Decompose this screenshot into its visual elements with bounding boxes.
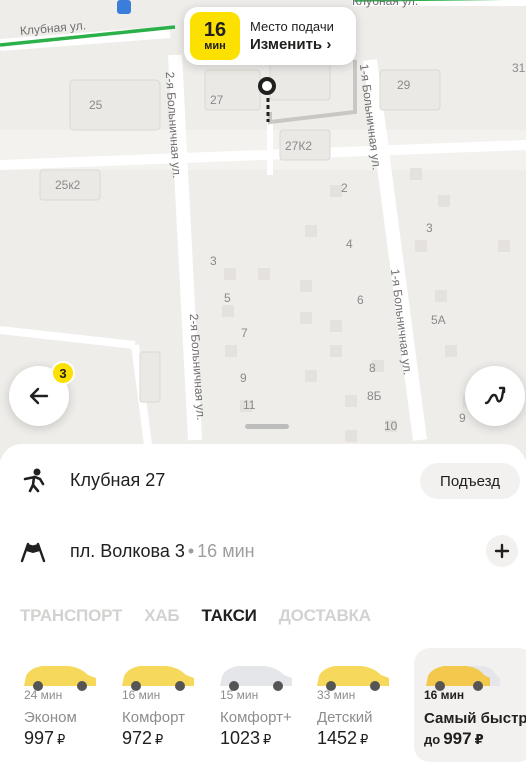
building-number: 31 [512,61,526,75]
building-number: 9 [459,411,466,425]
currency: ₽ [57,732,66,747]
tariff-name: Эконом [24,709,77,726]
building-number: 8Б [367,389,382,403]
person-icon [23,468,45,493]
route-to-eta: 16 мин [197,540,255,561]
route-button[interactable] [465,366,525,426]
tariff-name: Комфорт+ [220,709,292,726]
currency: ₽ [155,732,164,747]
tariff-eta: 24 мин [24,688,63,702]
building-number: 3 [426,221,433,235]
tariff-fastest[interactable]: 16 мин Самый быстр до 997 ₽ [414,648,526,762]
route-to-address: пл. Волкова 3 [70,540,185,561]
tariff-eta: 16 мин [424,688,465,702]
add-stop-button[interactable] [486,535,518,567]
pickup-title: Место подачи [250,19,334,34]
currency: ₽ [263,732,272,747]
sheet-handle[interactable] [245,424,289,429]
map[interactable]: 25 27 29 27К2 25к2 2 3 4 5 6 7 5А 8 9 8Б… [0,0,526,460]
route-to-row[interactable]: пл. Волкова 3 • 16 мин [0,531,526,571]
tariff-name: Самый быстр [424,710,526,727]
route-from-address: Клубная 27 [70,469,166,490]
building-number: 5А [431,313,446,327]
building-number: 9 [240,371,247,385]
car-icon [426,666,500,691]
arrow-left-icon [29,387,49,405]
tariff-name: Комфорт [122,709,185,726]
route-icon [484,386,506,405]
car-icon [317,666,389,691]
tab-taxi[interactable]: Такси [201,606,256,626]
tariff-child[interactable]: 33 мин Детский 1452 ₽ [313,648,407,762]
tab-transport[interactable]: Транспорт [20,606,122,626]
tab-hub[interactable]: Хаб [144,606,179,626]
building-number: 2 [341,181,348,195]
finish-flags-icon [20,542,46,563]
tariff-eta: 33 мин [317,688,356,702]
currency: ₽ [474,732,484,747]
tariff-eta: 15 мин [220,688,259,702]
tariff-price: 1023 [220,728,261,748]
tariff-comfort-plus[interactable]: 15 мин Комфорт+ 1023 ₽ [216,648,310,762]
tariff-eta: 16 мин [122,688,161,702]
price-prefix: до [424,732,441,747]
pickup-eta-badge: 16 мин [190,12,240,60]
building-number: 25к2 [55,178,81,192]
building-number: 3 [210,254,217,268]
tariff-list: 24 мин Эконом 997 ₽ 16 мин Комфорт 972 ₽ 1… [0,648,526,762]
car-icon [24,666,96,691]
map-canvas [0,0,526,460]
street-label: Клубная ул. [352,0,419,8]
building-number: 25 [89,98,103,112]
tariff-price: 997 [24,728,55,748]
building-number: 11 [243,398,256,412]
tariff-price: 1452 [317,728,358,748]
building-number: 29 [397,78,411,92]
pickup-eta-value: 16 [203,19,227,41]
service-tabs: Транспорт Хаб Такси Доставка [20,606,393,626]
currency: ₽ [360,732,369,747]
building-number: 10 [384,419,398,433]
building-number: 6 [357,293,364,307]
building-number: 4 [346,237,353,251]
building-number: 7 [241,326,248,340]
pickup-eta-unit: мин [204,40,226,52]
pickup-change-link[interactable]: Изменить › [250,36,334,53]
tariff-price: 997 [443,729,472,748]
building-number: 27 [210,93,224,107]
tariff-name: Детский [317,709,373,726]
entrance-button[interactable]: Подъезд [420,463,520,499]
building-number: 5 [224,291,231,305]
separator-dot: • [187,540,195,561]
plus-icon [494,543,510,559]
car-icon [122,666,194,691]
building-number: 27К2 [285,139,313,153]
tariff-economy[interactable]: 24 мин Эконом 997 ₽ [20,648,114,762]
tariff-price: 972 [122,728,153,748]
car-icon [220,666,292,691]
building-number: 8 [369,361,376,375]
tab-delivery[interactable]: Доставка [279,606,371,626]
pickup-point-card[interactable]: 16 мин Место подачи Изменить › [184,7,356,65]
tariff-comfort[interactable]: 16 мин Комфорт 972 ₽ [118,648,212,762]
notification-badge: 3 [51,361,75,385]
